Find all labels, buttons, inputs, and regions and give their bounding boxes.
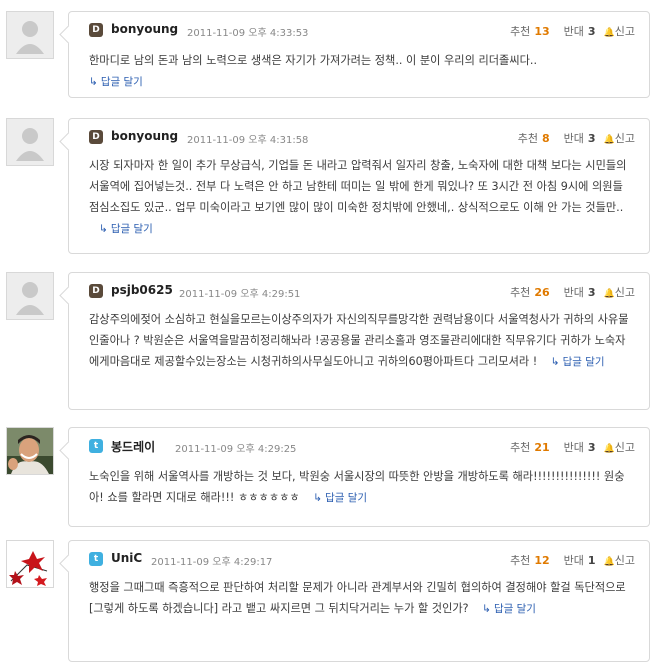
daum-source-icon: D — [89, 23, 103, 37]
timestamp: 2011-11-09 오후 4:31:58 — [187, 135, 309, 146]
reply-button[interactable]: ↳ 답글 달기 — [482, 603, 536, 615]
downvote-count: 3 — [587, 441, 596, 454]
nickname[interactable]: UniC — [111, 551, 142, 565]
bubble-pointer — [59, 286, 78, 305]
downvote-count: 3 — [587, 25, 596, 38]
autumn-leaves-avatar-icon — [7, 541, 53, 587]
vote-area: 추천 13 반대 3 🔔신고 — [510, 23, 635, 39]
downvote-count: 3 — [587, 286, 596, 299]
upvote-button[interactable]: 추천 — [510, 286, 530, 299]
reply-label: 답글 달기 — [110, 223, 153, 235]
reply-arrow-icon: ↳ — [550, 356, 560, 368]
avatar[interactable] — [6, 11, 54, 59]
downvote-count: 3 — [587, 132, 596, 145]
avatar[interactable] — [6, 540, 54, 588]
reply-button[interactable]: ↳ 답글 달기 — [89, 76, 143, 88]
reply-button[interactable]: ↳ 답글 달기 — [313, 492, 367, 504]
reply-arrow-icon: ↳ — [482, 603, 491, 615]
comment-text: 한마디로 남의 돈과 남의 노력으로 생색은 자기가 가져가려는 정책.. 이 … — [89, 54, 538, 67]
comment-text: 시장 되자마자 한 일이 추가 무상급식, 기업들 돈 내라고 압력줘서 일자리… — [89, 159, 627, 214]
upvote-count: 13 — [534, 25, 550, 38]
report-icon: 🔔 — [603, 135, 615, 145]
bubble-pointer — [59, 132, 78, 151]
reply-arrow-icon: ↳ — [313, 492, 323, 504]
comment-body: 시장 되자마자 한 일이 추가 무상급식, 기업들 돈 내라고 압력줘서 일자리… — [89, 155, 635, 240]
comment-bubble: t 봉드레이 2011-11-09 오후 4:29:25 추천 21 반대 3 🔔신고 … — [59, 427, 650, 527]
nickname[interactable]: psjb0625 — [111, 283, 173, 297]
comment-bubble: D bonyoung 2011-11-09 오후 4:31:58 추천 8 반대 3 🔔… — [59, 118, 650, 254]
upvote-count: 12 — [534, 554, 550, 567]
comment-header: t 봉드레이 2011-11-09 오후 4:29:25 추천 21 반대 3 🔔신고 — [89, 438, 635, 456]
comment-body: 행정을 그때그때 즉흥적으로 판단하여 처리할 문제가 아니라 관계부서와 긴밀… — [89, 577, 635, 620]
upvote-button[interactable]: 추천 — [510, 441, 530, 454]
daum-source-icon: D — [89, 130, 103, 144]
downvote-button[interactable]: 반대 — [564, 441, 584, 454]
vote-area: 추천 21 반대 3 🔔신고 — [510, 439, 635, 455]
upvote-count: 21 — [534, 441, 550, 454]
downvote-button[interactable]: 반대 — [564, 132, 584, 145]
report-button[interactable]: 신고 — [615, 554, 635, 567]
nickname[interactable]: 봉드레이 — [111, 438, 155, 455]
timestamp: 2011-11-09 오후 4:33:53 — [187, 28, 309, 39]
upvote-button[interactable]: 추천 — [518, 132, 538, 145]
user-photo-avatar-icon — [7, 428, 53, 474]
bubble-pointer — [59, 441, 78, 460]
bubble-pointer — [59, 25, 78, 44]
timestamp: 2011-11-09 오후 4:29:25 — [175, 444, 297, 455]
reply-arrow-icon: ↳ — [99, 223, 108, 235]
avatar[interactable] — [6, 427, 54, 475]
reply-label: 답글 달기 — [100, 76, 143, 88]
default-avatar-icon — [7, 273, 53, 319]
comment-body: 한마디로 남의 돈과 남의 노력으로 생색은 자기가 가져가려는 정책.. 이 … — [89, 50, 635, 93]
default-avatar-icon — [7, 12, 53, 58]
downvote-button[interactable]: 반대 — [564, 25, 584, 38]
comment-bubble: D bonyoung 2011-11-09 오후 4:33:53 추천 13 반대 3… — [59, 11, 650, 98]
reply-label: 답글 달기 — [325, 492, 368, 504]
reply-label: 답글 달기 — [562, 356, 605, 368]
report-button[interactable]: 신고 — [615, 25, 635, 38]
comment-text: 행정을 그때그때 즉흥적으로 판단하여 처리할 문제가 아니라 관계부서와 긴밀… — [89, 581, 626, 615]
upvote-button[interactable]: 추천 — [510, 554, 530, 567]
comment-body: 노숙인을 위해 서울역사를 개방하는 것 보다, 박원숭 서울시장의 따뜻한 안… — [89, 466, 635, 509]
report-button[interactable]: 신고 — [615, 132, 635, 145]
upvote-count: 8 — [541, 132, 550, 145]
report-icon: 🔔 — [603, 28, 615, 38]
report-button[interactable]: 신고 — [615, 286, 635, 299]
comment-text: 감상주의에젖어 소심하고 현실을모르는이상주의자가 자신의직무를망각한 권력남용… — [89, 313, 629, 368]
upvote-button[interactable]: 추천 — [510, 25, 530, 38]
nickname[interactable]: bonyoung — [111, 129, 178, 143]
reply-button[interactable]: ↳ 답글 달기 — [99, 223, 153, 235]
comment-body: 감상주의에젖어 소심하고 현실을모르는이상주의자가 자신의직무를망각한 권력남용… — [89, 309, 635, 373]
downvote-count: 1 — [587, 554, 596, 567]
report-button[interactable]: 신고 — [615, 441, 635, 454]
nickname[interactable]: bonyoung — [111, 22, 178, 36]
comment-header: D psjb0625 2011-11-09 오후 4:29:51 추천 26 반대 3… — [89, 283, 635, 301]
vote-area: 추천 26 반대 3 🔔신고 — [510, 284, 635, 300]
default-avatar-icon — [7, 119, 53, 165]
comment-bubble: D psjb0625 2011-11-09 오후 4:29:51 추천 26 반대 3… — [59, 272, 650, 410]
report-icon: 🔔 — [603, 289, 615, 299]
twitter-source-icon: t — [89, 439, 103, 453]
avatar[interactable] — [6, 118, 54, 166]
reply-label: 답글 달기 — [493, 603, 536, 615]
bubble-pointer — [59, 554, 78, 573]
timestamp: 2011-11-09 오후 4:29:51 — [179, 289, 301, 300]
comment-header: D bonyoung 2011-11-09 오후 4:33:53 추천 13 반대 3… — [89, 22, 635, 40]
avatar[interactable] — [6, 272, 54, 320]
report-icon: 🔔 — [603, 557, 615, 567]
comment-header: D bonyoung 2011-11-09 오후 4:31:58 추천 8 반대 3 🔔… — [89, 129, 635, 147]
reply-arrow-icon: ↳ — [89, 76, 98, 88]
downvote-button[interactable]: 반대 — [564, 554, 584, 567]
twitter-source-icon: t — [89, 552, 103, 566]
report-icon: 🔔 — [603, 444, 615, 454]
downvote-button[interactable]: 반대 — [564, 286, 584, 299]
timestamp: 2011-11-09 오후 4:29:17 — [151, 557, 273, 568]
comment-header: t UniC 2011-11-09 오후 4:29:17 추천 12 반대 1 🔔신고 — [89, 551, 635, 569]
reply-button[interactable]: ↳ 답글 달기 — [551, 356, 605, 368]
daum-source-icon: D — [89, 284, 103, 298]
comment-bubble: t UniC 2011-11-09 오후 4:29:17 추천 12 반대 1 🔔신고 … — [59, 540, 650, 662]
vote-area: 추천 8 반대 3 🔔신고 — [518, 130, 635, 146]
upvote-count: 26 — [534, 286, 550, 299]
vote-area: 추천 12 반대 1 🔔신고 — [510, 552, 635, 568]
